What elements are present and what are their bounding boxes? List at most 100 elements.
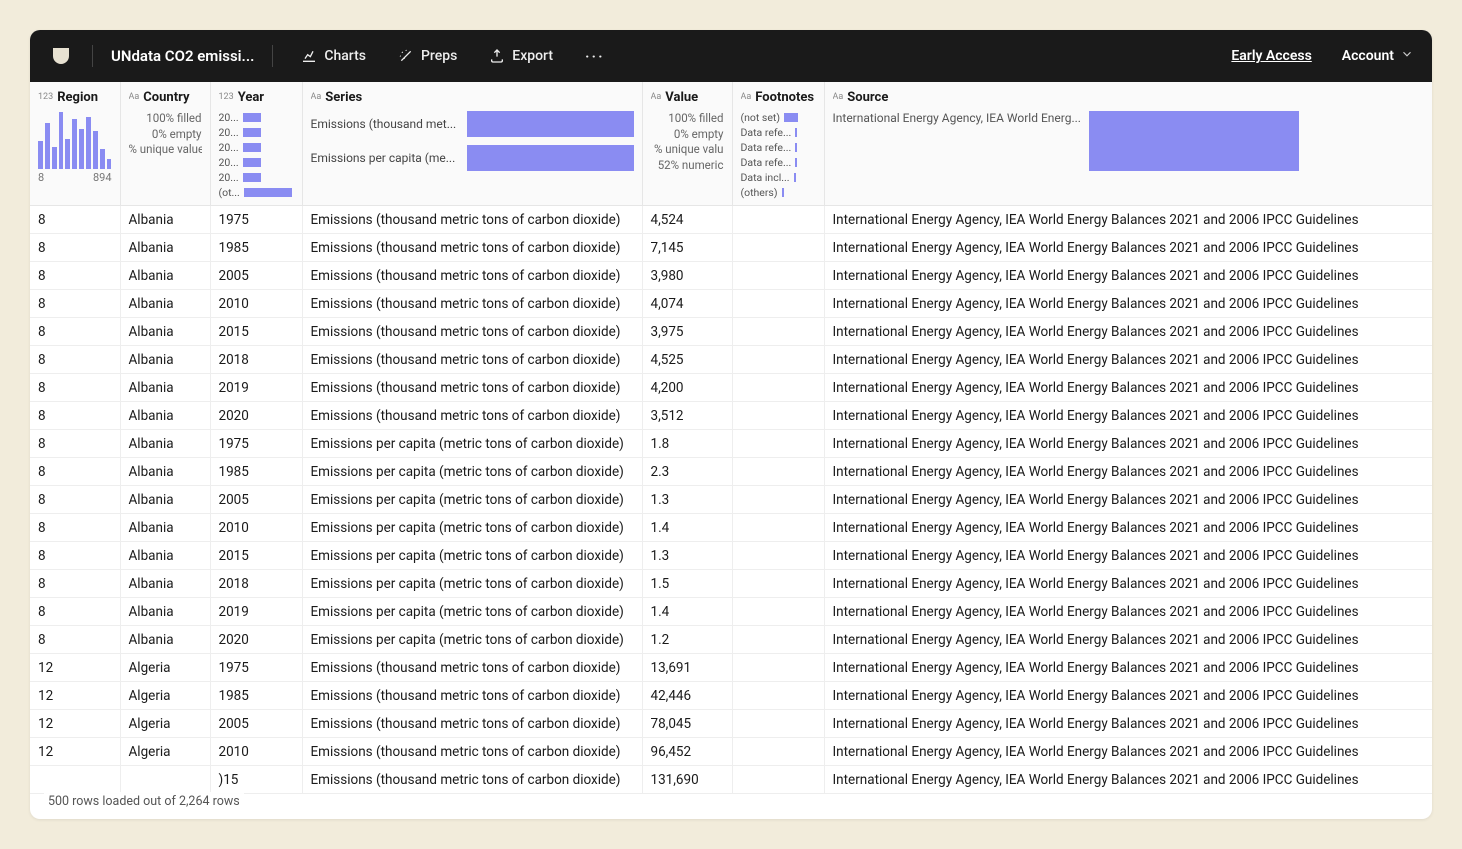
cell-source: International Energy Agency, IEA World E… xyxy=(824,682,1432,710)
table-row[interactable]: 8 Albania 2019 Emissions (thousand metri… xyxy=(30,374,1432,402)
col-header-series[interactable]: Aa Series Emissions (thousand met... Emi… xyxy=(302,82,642,206)
cell-footnotes xyxy=(732,738,824,766)
cell-country: Albania xyxy=(120,234,210,262)
table-row[interactable]: 12 Algeria 2005 Emissions (thousand metr… xyxy=(30,710,1432,738)
table-row[interactable]: 8 Albania 1975 Emissions (thousand metri… xyxy=(30,206,1432,234)
table-row[interactable]: 12 Algeria 1985 Emissions (thousand metr… xyxy=(30,682,1432,710)
table-row[interactable]: 8 Albania 2020 Emissions per capita (met… xyxy=(30,626,1432,654)
cell-series: Emissions (thousand metric tons of carbo… xyxy=(302,374,642,402)
cell-source: International Energy Agency, IEA World E… xyxy=(824,542,1432,570)
cell-year: 2010 xyxy=(210,290,302,318)
table-body: 8 Albania 1975 Emissions (thousand metri… xyxy=(30,206,1432,794)
cell-country: Albania xyxy=(120,626,210,654)
stat-line: 52% numeric xyxy=(651,158,724,174)
cell-footnotes xyxy=(732,654,824,682)
col-header-value[interactable]: Aa Value 100% filled0% empty% unique val… xyxy=(642,82,732,206)
cell-region: 12 xyxy=(30,682,120,710)
type-badge-text: Aa xyxy=(311,92,322,102)
col-header-year[interactable]: 123 Year 20... 20... 20... 20... 20... (… xyxy=(210,82,302,206)
histogram-bar xyxy=(72,119,77,169)
cell-year: 2015 xyxy=(210,542,302,570)
cell-value: 4,524 xyxy=(642,206,732,234)
table-row[interactable]: 8 Albania 2015 Emissions (thousand metri… xyxy=(30,318,1432,346)
separator xyxy=(92,45,93,67)
category-bar xyxy=(467,145,634,171)
stat-line: 0% empty xyxy=(651,127,724,143)
category-row: 20... xyxy=(219,141,294,154)
cell-region: 8 xyxy=(30,598,120,626)
cell-year: 1975 xyxy=(210,430,302,458)
cell-region: 8 xyxy=(30,206,120,234)
cell-region: 8 xyxy=(30,514,120,542)
chevron-down-icon xyxy=(1400,47,1414,65)
cell-source: International Energy Agency, IEA World E… xyxy=(824,346,1432,374)
wand-icon xyxy=(398,48,414,64)
cell-value: 1.4 xyxy=(642,598,732,626)
table-row[interactable]: 8 Albania 2005 Emissions (thousand metri… xyxy=(30,262,1432,290)
export-button[interactable]: Export xyxy=(479,42,563,70)
col-header-country[interactable]: Aa Country 100% filled0% empty% unique v… xyxy=(120,82,210,206)
table-row[interactable]: 8 Albania 2010 Emissions (thousand metri… xyxy=(30,290,1432,318)
table-row[interactable]: 8 Albania 1985 Emissions (thousand metri… xyxy=(30,234,1432,262)
cell-footnotes xyxy=(732,626,824,654)
table-row[interactable]: 8 Albania 2019 Emissions per capita (met… xyxy=(30,598,1432,626)
cell-source: International Energy Agency, IEA World E… xyxy=(824,290,1432,318)
cell-country: Albania xyxy=(120,542,210,570)
data-grid[interactable]: 123 Region 8 894 Aa Country xyxy=(30,82,1432,819)
col-name: Year xyxy=(238,90,264,105)
cell-source: International Energy Agency, IEA World E… xyxy=(824,374,1432,402)
early-access-link[interactable]: Early Access xyxy=(1231,48,1311,64)
category-label: (others) xyxy=(741,186,778,199)
cell-region: 8 xyxy=(30,486,120,514)
table-row[interactable]: 8 Albania 1985 Emissions per capita (met… xyxy=(30,458,1432,486)
dataset-title[interactable]: UNdata CO2 emissi... xyxy=(111,47,254,65)
cell-value: 96,452 xyxy=(642,738,732,766)
cell-year: 2015 xyxy=(210,318,302,346)
table-row[interactable]: 8 Albania 2005 Emissions per capita (met… xyxy=(30,486,1432,514)
cell-region: 8 xyxy=(30,626,120,654)
cell-source: International Energy Agency, IEA World E… xyxy=(824,402,1432,430)
preps-button[interactable]: Preps xyxy=(388,42,467,70)
col-header-source[interactable]: Aa Source International Energy Agency, I… xyxy=(824,82,1432,206)
cell-region: 8 xyxy=(30,570,120,598)
cell-footnotes xyxy=(732,682,824,710)
table-row[interactable]: 12 Algeria 2010 Emissions (thousand metr… xyxy=(30,738,1432,766)
category-bar xyxy=(243,113,261,122)
cell-footnotes xyxy=(732,206,824,234)
cell-series: Emissions (thousand metric tons of carbo… xyxy=(302,346,642,374)
cell-series: Emissions (thousand metric tons of carbo… xyxy=(302,290,642,318)
source-summary-label: International Energy Agency, IEA World E… xyxy=(833,111,1081,125)
table-row[interactable]: 8 Albania 2020 Emissions (thousand metri… xyxy=(30,402,1432,430)
cell-footnotes xyxy=(732,430,824,458)
more-button[interactable]: ··· xyxy=(575,41,615,72)
charts-button[interactable]: Charts xyxy=(291,42,376,70)
table-row[interactable]: 8 Albania 1975 Emissions per capita (met… xyxy=(30,430,1432,458)
type-badge-number: 123 xyxy=(219,92,234,102)
category-bar xyxy=(243,158,261,167)
cell-year: 1975 xyxy=(210,206,302,234)
cell-year: 2010 xyxy=(210,738,302,766)
col-header-footnotes[interactable]: Aa Footnotes (not set) Data refe... Data… xyxy=(732,82,824,206)
col-header-region[interactable]: 123 Region 8 894 xyxy=(30,82,120,206)
table-row[interactable]: 12 Algeria 1975 Emissions (thousand metr… xyxy=(30,654,1432,682)
table-row[interactable]: 8 Albania 2018 Emissions per capita (met… xyxy=(30,570,1432,598)
cell-value: 2.3 xyxy=(642,458,732,486)
category-label: 20... xyxy=(219,111,239,124)
histogram-bar xyxy=(59,112,64,169)
table-row[interactable]: 8 Albania 2010 Emissions per capita (met… xyxy=(30,514,1432,542)
cell-series: Emissions (thousand metric tons of carbo… xyxy=(302,318,642,346)
category-bar xyxy=(794,173,796,182)
cell-source: International Energy Agency, IEA World E… xyxy=(824,262,1432,290)
table-row[interactable]: 8 Albania 2018 Emissions (thousand metri… xyxy=(30,346,1432,374)
table-row[interactable]: )15 Emissions (thousand metric tons of c… xyxy=(30,766,1432,794)
cell-source: International Energy Agency, IEA World E… xyxy=(824,486,1432,514)
cell-country: Albania xyxy=(120,290,210,318)
category-row: Data refe... xyxy=(741,126,816,139)
cell-source: International Energy Agency, IEA World E… xyxy=(824,234,1432,262)
cell-source: International Energy Agency, IEA World E… xyxy=(824,318,1432,346)
account-menu[interactable]: Account xyxy=(1342,47,1414,65)
cell-country: Algeria xyxy=(120,682,210,710)
cell-series: Emissions per capita (metric tons of car… xyxy=(302,598,642,626)
country-stats: 100% filled0% empty% unique value xyxy=(129,111,202,158)
table-row[interactable]: 8 Albania 2015 Emissions per capita (met… xyxy=(30,542,1432,570)
